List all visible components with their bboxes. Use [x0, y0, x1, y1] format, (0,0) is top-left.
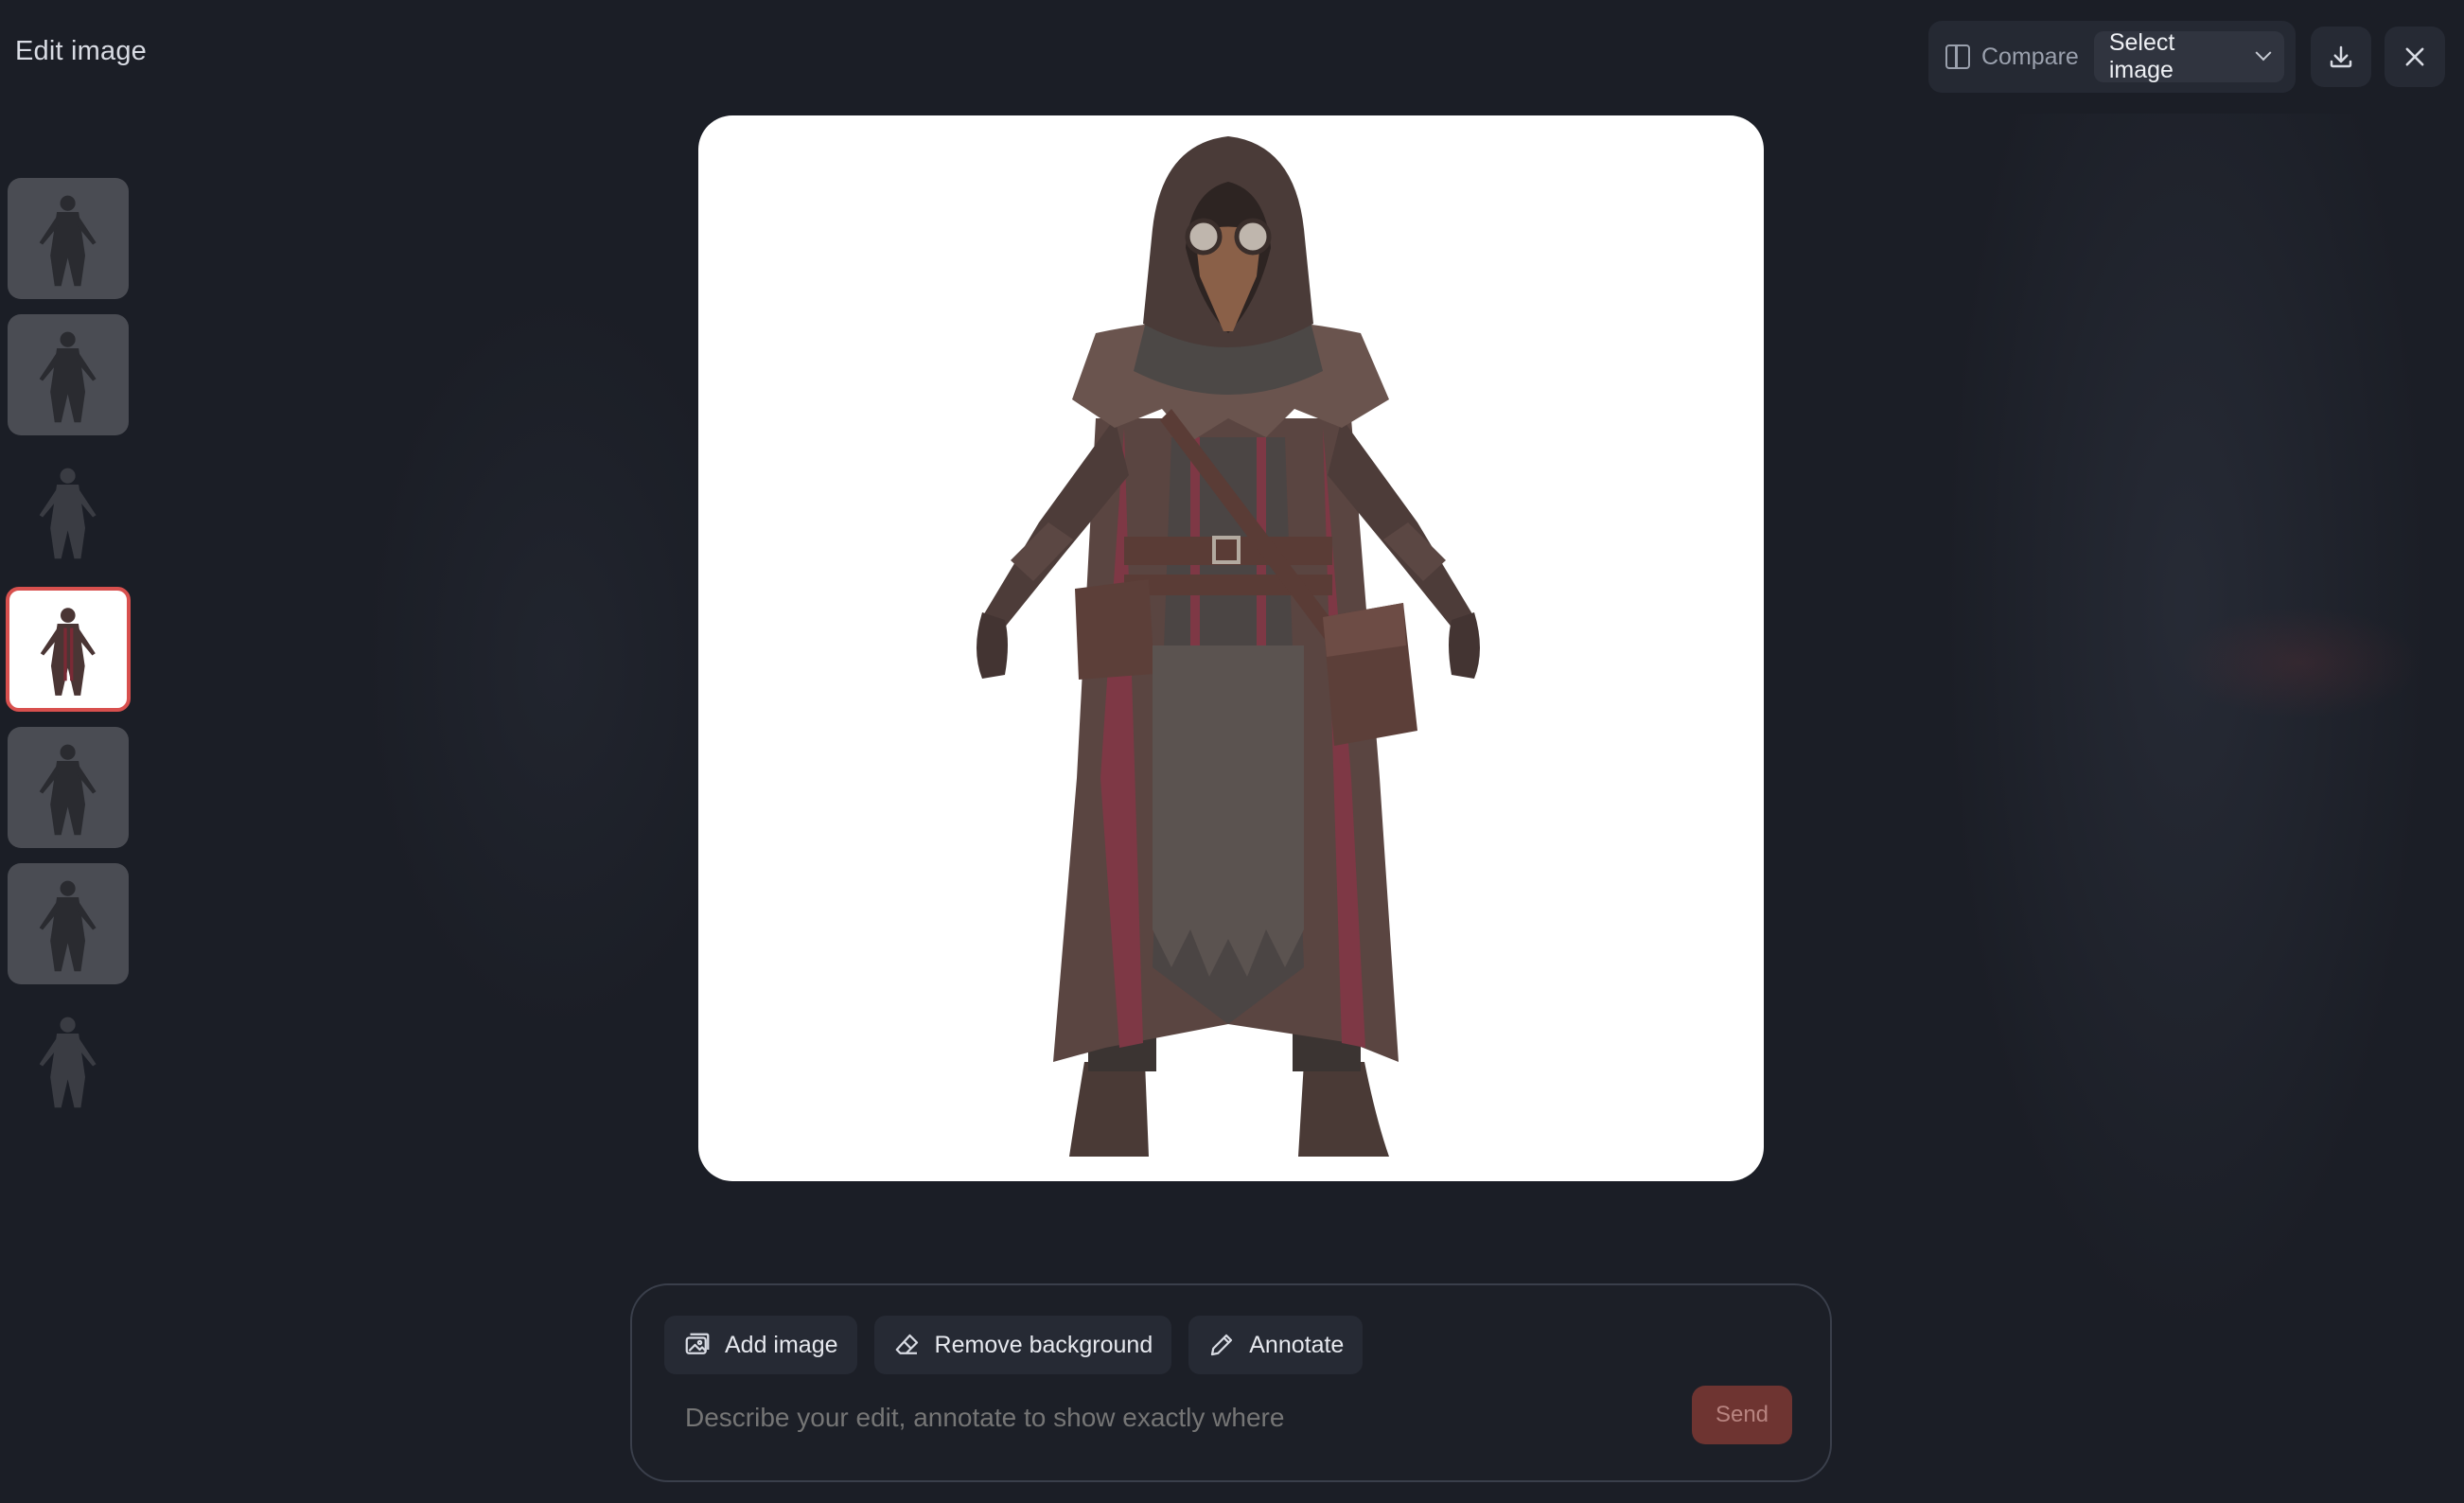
composer-tools: Add image Remove background Annotate — [664, 1316, 1364, 1374]
add-image-button[interactable]: Add image — [664, 1316, 857, 1374]
background-glow-red — [2176, 606, 2422, 719]
thumbnail-7[interactable] — [8, 999, 129, 1121]
background-glow-left — [360, 284, 757, 1041]
annotate-button[interactable]: Annotate — [1188, 1316, 1364, 1374]
send-button[interactable]: Send — [1692, 1386, 1792, 1444]
pencil-icon — [1211, 1334, 1233, 1356]
compare-button[interactable]: Compare — [1945, 44, 2079, 71]
character-thumbnail-icon — [40, 608, 97, 697]
edit-prompt-input[interactable] — [685, 1403, 1631, 1433]
compare-toolbar: Compare Select image — [1928, 21, 2296, 93]
thumbnail-4-selected[interactable] — [6, 587, 131, 712]
thumbnail-3[interactable] — [8, 451, 129, 572]
plague-doctor-character-image — [977, 136, 1480, 1157]
background-glow — [1940, 114, 2432, 1344]
character-thumbnail-icon — [40, 745, 97, 836]
download-button[interactable] — [2311, 27, 2371, 87]
compare-icon — [1945, 44, 1970, 69]
annotate-label: Annotate — [1249, 1331, 1345, 1358]
character-thumbnail-icon — [40, 1017, 97, 1108]
character-thumbnail-icon — [40, 469, 97, 559]
download-icon — [2330, 45, 2352, 68]
close-button[interactable] — [2385, 27, 2445, 87]
thumbnail-5[interactable] — [8, 727, 129, 848]
remove-background-button[interactable]: Remove background — [873, 1316, 1172, 1374]
close-icon — [2405, 47, 2424, 66]
add-image-label: Add image — [725, 1331, 838, 1358]
page-title: Edit image — [15, 36, 148, 66]
edit-image-window: Edit image Compare Select image Add imag… — [0, 0, 2464, 1503]
eraser-icon — [895, 1334, 918, 1354]
thumbnail-2[interactable] — [8, 314, 129, 435]
chevron-down-icon — [2255, 44, 2272, 62]
select-image-dropdown[interactable]: Select image — [2093, 29, 2284, 83]
thumbnail-6[interactable] — [8, 863, 129, 984]
remove-background-label: Remove background — [934, 1331, 1153, 1358]
edit-composer: Add image Remove background Annotate Sen… — [630, 1283, 1832, 1482]
character-thumbnail-icon — [40, 332, 97, 423]
main-image-preview[interactable] — [698, 115, 1764, 1181]
character-thumbnail-icon — [40, 881, 97, 972]
character-thumbnail-icon — [40, 196, 97, 287]
image-icon — [685, 1333, 710, 1354]
thumbnail-strip — [6, 178, 131, 1136]
select-image-label: Select image — [2108, 29, 2175, 83]
compare-label: Compare — [1981, 43, 2079, 70]
thumbnail-1[interactable] — [8, 178, 129, 299]
